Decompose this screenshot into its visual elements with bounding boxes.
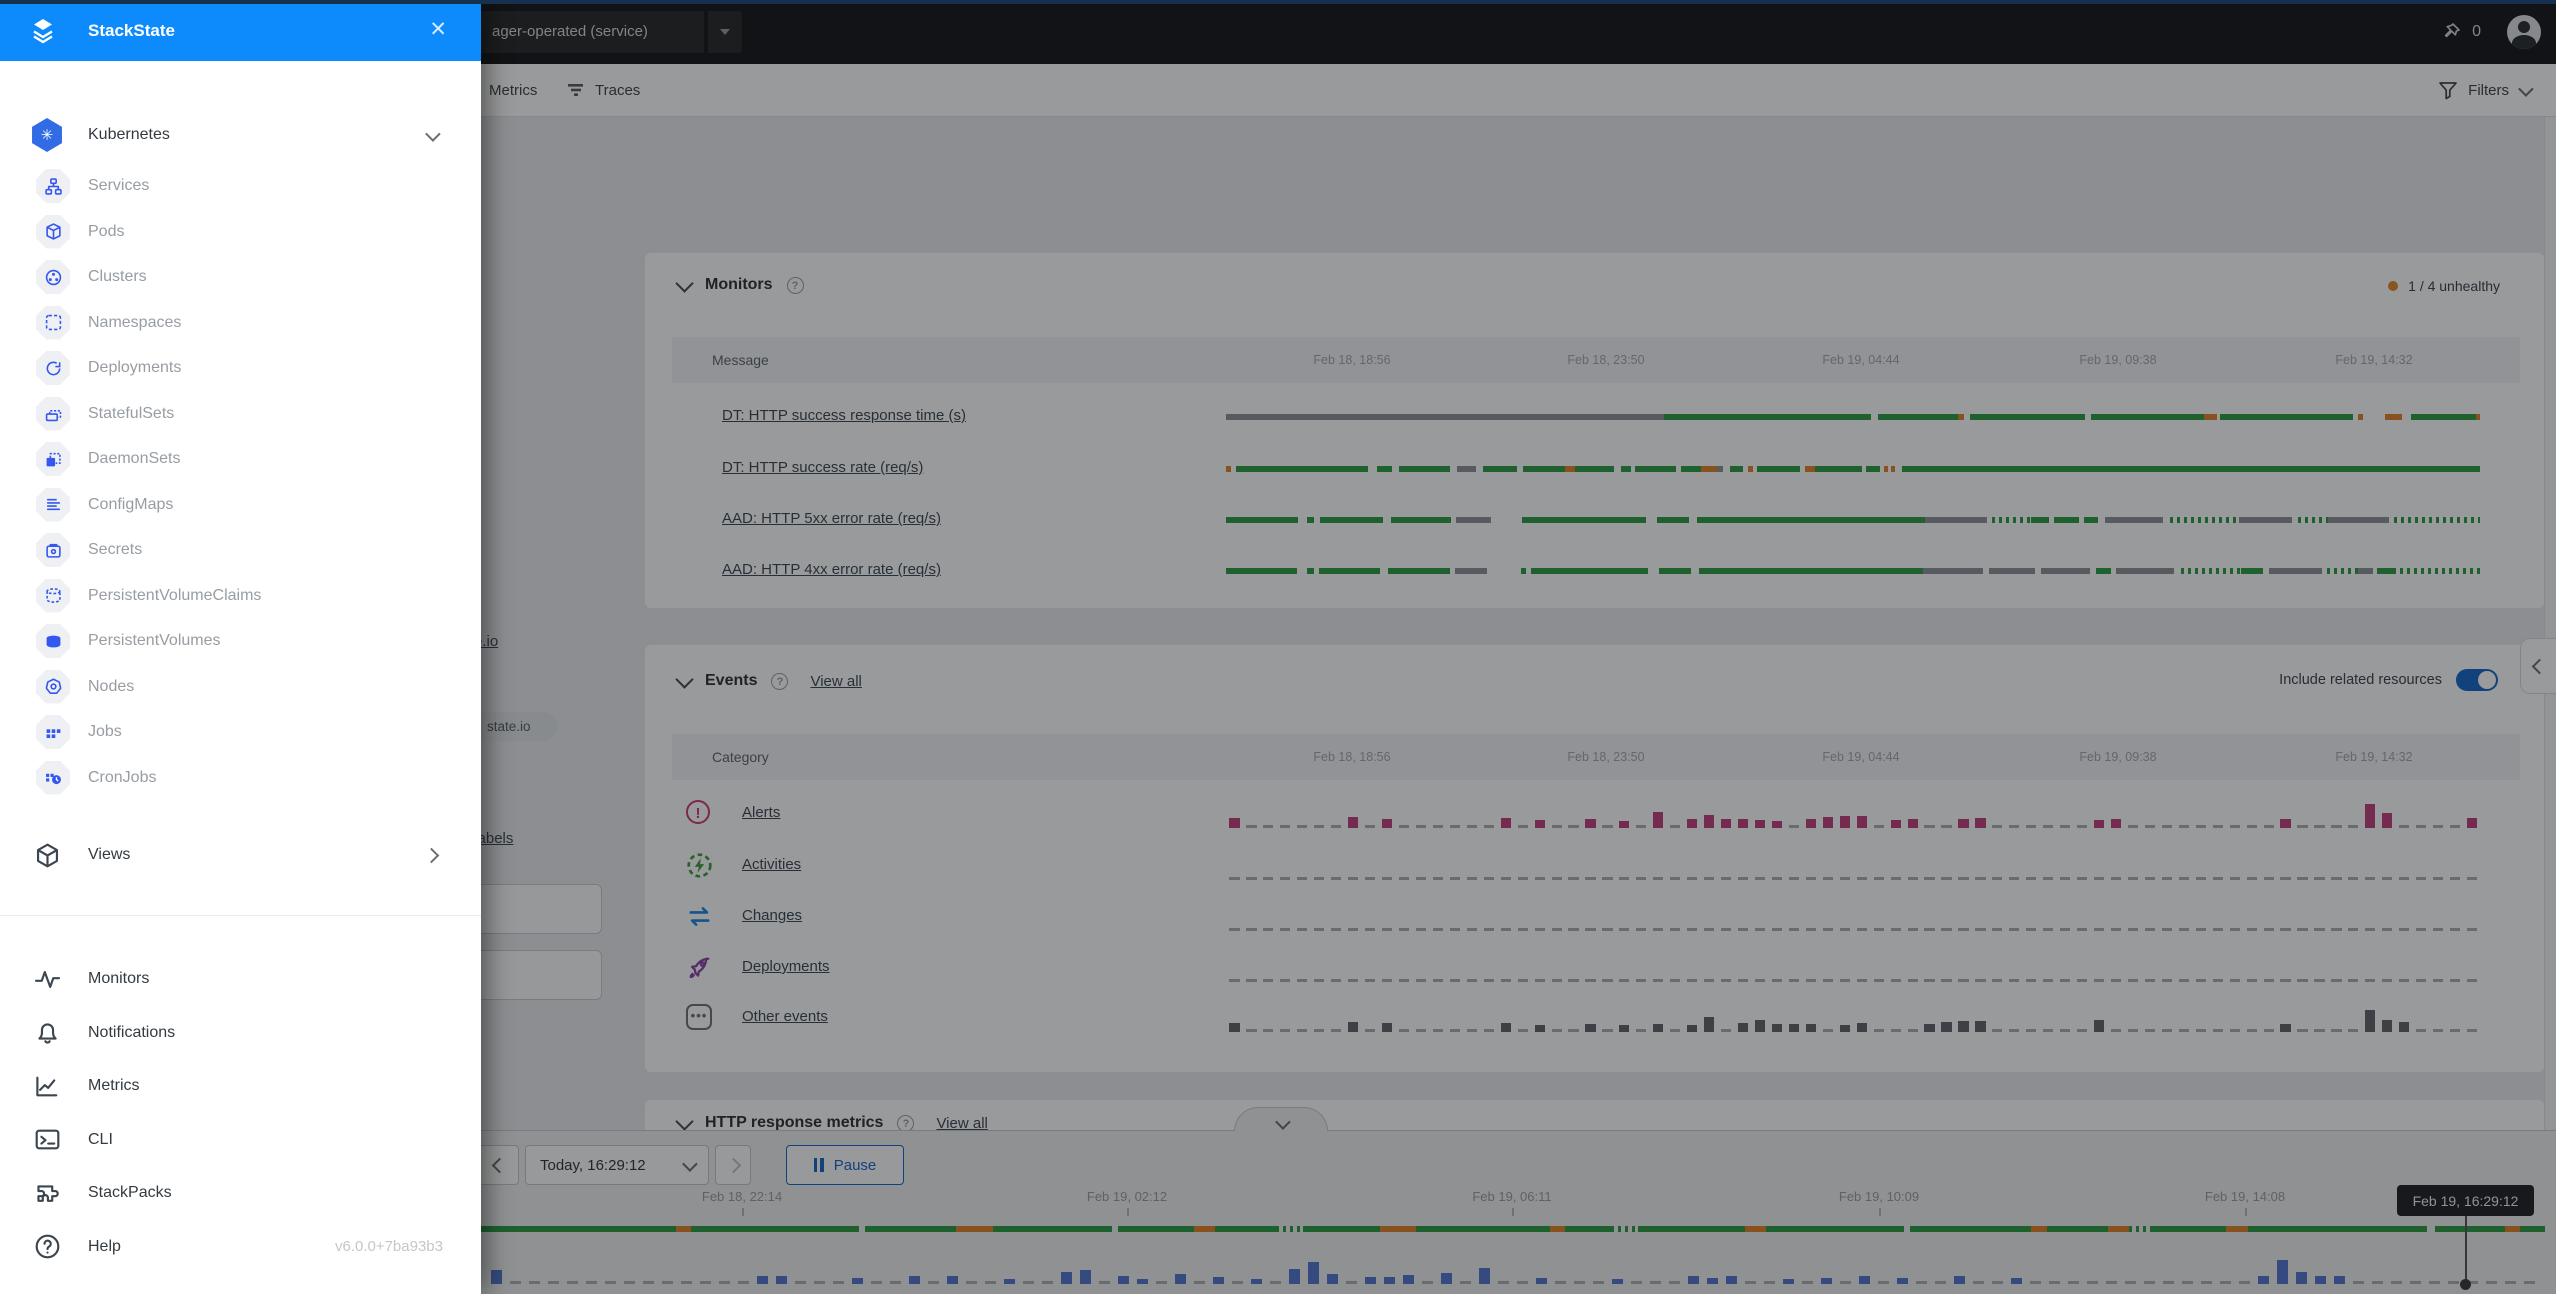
namespaces-icon [36, 306, 70, 340]
sidebar-item-persistentvolumes[interactable]: PersistentVolumes [0, 619, 481, 663]
chevron-right-icon [424, 847, 440, 863]
sidebar-item-label: Deployments [88, 359, 181, 377]
sidebar-item-label: Secrets [88, 541, 142, 559]
pods-icon [36, 215, 70, 249]
sidebar-item-metrics[interactable]: Metrics [0, 1064, 481, 1108]
stackstate-app: ager-operated (service) 0 Metrics [0, 0, 2556, 1294]
sidebar-item-cronjobs[interactable]: CronJobs [0, 756, 481, 800]
drawer-app-title: StackState [88, 21, 175, 41]
version-label: v6.0.0+7ba93b3 [335, 1238, 443, 1255]
sidebar-item-label: Jobs [88, 723, 122, 741]
help-icon [34, 1233, 61, 1260]
sidebar-item-daemonsets[interactable]: DaemonSets [0, 437, 481, 481]
sidebar-item-label: Help [88, 1238, 121, 1256]
sidebar-item-label: PersistentVolumes [88, 632, 221, 650]
monitors-icon [34, 966, 61, 993]
sidebar-item-cli[interactable]: CLI [0, 1118, 481, 1162]
drawer-header: StackState ✕ [0, 0, 481, 61]
navigation-drawer: StackState ✕ ✳ Kubernetes Services Pods Cl… [0, 0, 481, 1294]
cronjobs-icon [36, 761, 70, 795]
sidebar-item-stackpacks[interactable]: StackPacks [0, 1171, 481, 1215]
sidebar-item-clusters[interactable]: Clusters [0, 255, 481, 299]
sidebar-item-label: StatefulSets [88, 405, 174, 423]
sidebar-item-label: DaemonSets [88, 450, 181, 468]
sidebar-item-label: Nodes [88, 678, 134, 696]
sidebar-item-kubernetes[interactable]: ✳ Kubernetes [0, 113, 481, 157]
sidebar-item-pods[interactable]: Pods [0, 210, 481, 254]
sidebar-item-label: Namespaces [88, 314, 181, 332]
drawer-close-button[interactable]: ✕ [429, 17, 447, 42]
sidebar-item-label: ConfigMaps [88, 496, 173, 514]
sidebar-item-label: PersistentVolumeClaims [88, 587, 261, 605]
sidebar-item-namespaces[interactable]: Namespaces [0, 301, 481, 345]
sidebar-item-label: Monitors [88, 970, 149, 988]
views-cube-icon [34, 842, 61, 869]
pv-icon [36, 624, 70, 658]
sidebar-item-label: Views [88, 846, 130, 864]
notifications-icon [34, 1019, 61, 1046]
sidebar-item-secrets[interactable]: Secrets [0, 528, 481, 572]
sidebar-item-statefulsets[interactable]: StatefulSets [0, 392, 481, 436]
chevron-down-icon [425, 126, 441, 142]
pvc-icon [36, 579, 70, 613]
sidebar-item-label: Notifications [88, 1024, 175, 1042]
sidebar-item-label: Pods [88, 223, 124, 241]
sidebar-item-deployments[interactable]: Deployments [0, 346, 481, 390]
sidebar-item-label: Clusters [88, 268, 147, 286]
sidebar-item-persistentvolumeclaims[interactable]: PersistentVolumeClaims [0, 574, 481, 618]
configmaps-icon [36, 488, 70, 522]
top-accent-line [0, 0, 2556, 4]
statefulsets-icon [36, 397, 70, 431]
stackpacks-icon [34, 1180, 61, 1207]
cli-icon [34, 1126, 61, 1153]
sidebar-item-nodes[interactable]: Nodes [0, 665, 481, 709]
nodes-icon [36, 670, 70, 704]
drawer-scrim[interactable] [481, 0, 2556, 1294]
sidebar-item-views[interactable]: Views [0, 833, 481, 877]
kubernetes-icon: ✳ [30, 118, 64, 152]
services-icon [36, 169, 70, 203]
sidebar-item-label: Metrics [88, 1077, 140, 1095]
metrics-icon [34, 1073, 61, 1100]
sidebar-item-label: Kubernetes [88, 126, 170, 144]
drawer-divider [0, 915, 481, 916]
stackstate-logo [28, 16, 58, 46]
sidebar-item-configmaps[interactable]: ConfigMaps [0, 483, 481, 527]
sidebar-item-label: StackPacks [88, 1184, 172, 1202]
sidebar-item-notifications[interactable]: Notifications [0, 1011, 481, 1055]
sidebar-item-label: CronJobs [88, 769, 156, 787]
daemonsets-icon [36, 442, 70, 476]
clusters-icon [36, 260, 70, 294]
sidebar-item-label: CLI [88, 1131, 113, 1149]
deployments-icon [36, 351, 70, 385]
sidebar-item-jobs[interactable]: Jobs [0, 710, 481, 754]
sidebar-item-services[interactable]: Services [0, 164, 481, 208]
jobs-icon [36, 715, 70, 749]
secrets-icon [36, 533, 70, 567]
sidebar-item-label: Services [88, 177, 149, 195]
sidebar-item-monitors[interactable]: Monitors [0, 957, 481, 1001]
